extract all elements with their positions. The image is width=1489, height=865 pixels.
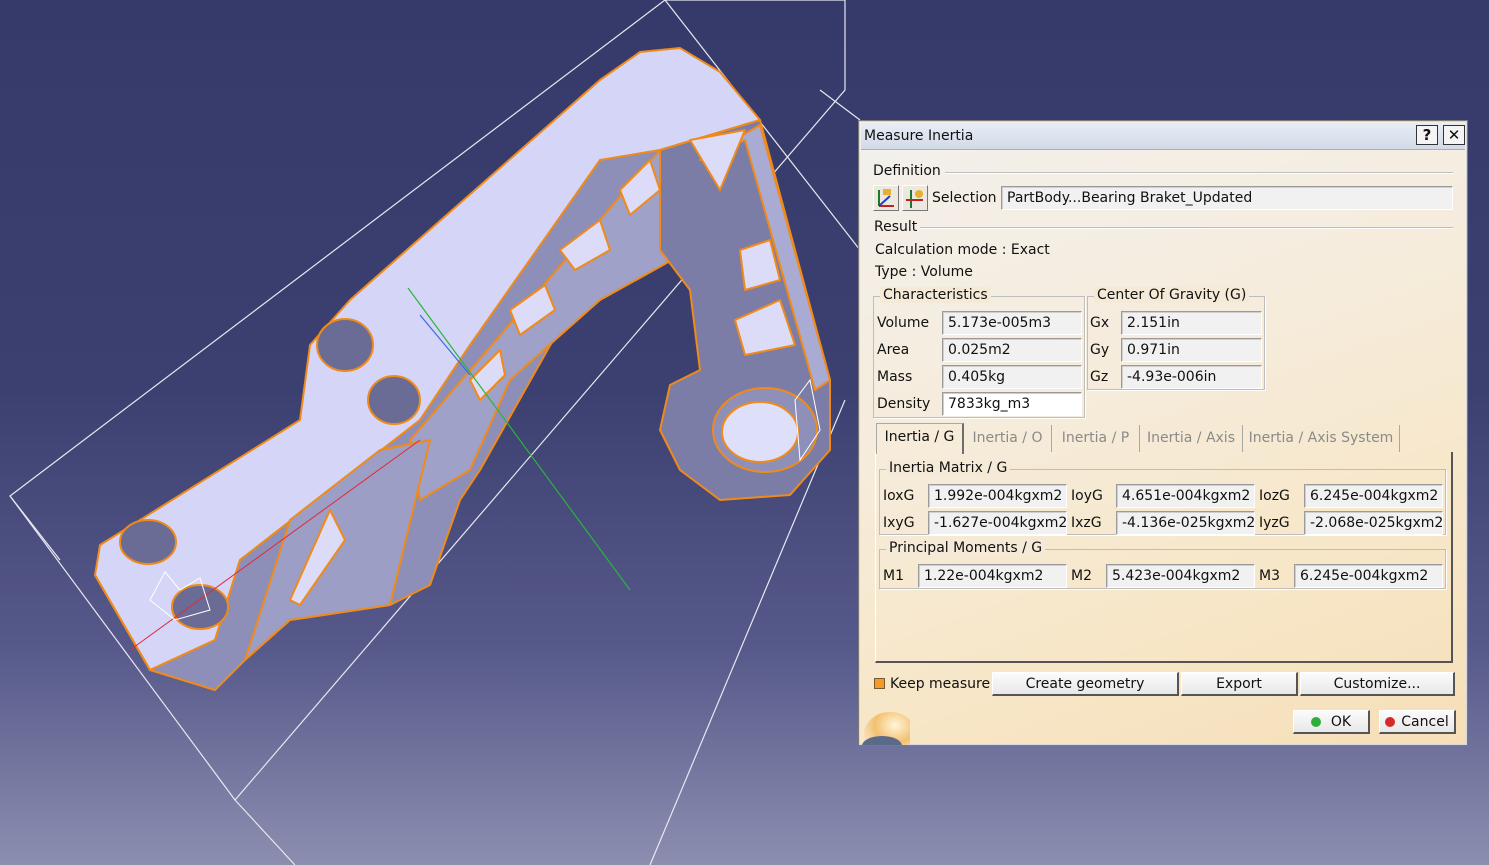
m3-field[interactable]: 6.245e-004kgxm2 [1294, 564, 1443, 588]
dialog-titlebar[interactable]: Measure Inertia ? ✕ [861, 123, 1465, 150]
ixzg-label: IxzG [1071, 515, 1102, 531]
m3-label: M3 [1259, 568, 1280, 584]
axis-measure-icon [878, 189, 894, 207]
result-divider [920, 227, 1453, 229]
tab-inertia-axis-system[interactable]: Inertia / Axis System [1243, 425, 1400, 452]
characteristics-label: Characteristics [880, 287, 991, 303]
type-text: Type : Volume [875, 264, 973, 280]
definition-label: Definition [873, 163, 941, 179]
area-label: Area [877, 342, 910, 358]
ioxg-field[interactable]: 1.992e-004kgxm2 [928, 484, 1067, 508]
tab-inertia-p[interactable]: Inertia / P [1052, 425, 1140, 452]
volume-label: Volume [877, 315, 930, 331]
m2-field[interactable]: 5.423e-004kgxm2 [1106, 564, 1255, 588]
gy-label: Gy [1090, 342, 1110, 358]
mass-label: Mass [877, 369, 913, 385]
result-label: Result [874, 219, 918, 235]
selection-label: Selection : [932, 190, 1006, 206]
ioxg-label: IoxG [883, 488, 915, 504]
ioyg-field[interactable]: 4.651e-004kgxm2 [1116, 484, 1255, 508]
ok-label: OK [1330, 714, 1352, 730]
help-button[interactable]: ? [1416, 125, 1438, 145]
ixyg-label: IxyG [883, 515, 915, 531]
cancel-label: Cancel [1401, 714, 1449, 730]
close-button[interactable]: ✕ [1443, 125, 1465, 145]
dialog-title: Measure Inertia [864, 128, 974, 144]
ioyg-label: IoyG [1071, 488, 1103, 504]
selection-mode-button[interactable] [873, 185, 899, 211]
iozg-field[interactable]: 6.245e-004kgxm2 [1304, 484, 1443, 508]
keep-measure-checkbox[interactable] [874, 678, 885, 689]
gz-label: Gz [1090, 369, 1109, 385]
iozg-label: IozG [1259, 488, 1290, 504]
definition-divider [945, 172, 1453, 174]
iyzg-label: IyzG [1259, 515, 1290, 531]
tab-inertia-axis[interactable]: Inertia / Axis [1140, 425, 1243, 452]
mass-field[interactable]: 0.405kg [942, 365, 1082, 389]
gx-field[interactable]: 2.151in [1121, 311, 1262, 335]
gy-field[interactable]: 0.971in [1121, 338, 1262, 362]
m1-field[interactable]: 1.22e-004kgxm2 [918, 564, 1067, 588]
selection-field[interactable]: PartBody...Bearing Braket_Updated [1001, 186, 1453, 210]
area-field[interactable]: 0.025m2 [942, 338, 1082, 362]
catia-logo-icon [862, 712, 910, 745]
tab-inertia-o[interactable]: Inertia / O [964, 425, 1052, 452]
customize-button[interactable]: Customize... [1300, 672, 1455, 696]
m1-label: M1 [883, 568, 904, 584]
selection-options-button[interactable] [902, 185, 928, 211]
principal-moments-label: Principal Moments / G [886, 540, 1046, 556]
inertia-axis-icon [906, 190, 923, 208]
gz-field[interactable]: -4.93e-006in [1121, 365, 1262, 389]
m2-label: M2 [1071, 568, 1092, 584]
create-geometry-button[interactable]: Create geometry [992, 672, 1179, 696]
cancel-status-icon [1385, 717, 1396, 727]
cog-label: Center Of Gravity (G) [1094, 287, 1250, 303]
volume-field[interactable]: 5.173e-005m3 [942, 311, 1082, 335]
tab-inertia-g[interactable]: Inertia / G [876, 423, 964, 454]
cancel-button[interactable]: Cancel [1379, 710, 1456, 734]
density-field[interactable]: 7833kg_m3 [942, 392, 1082, 416]
density-label: Density [877, 396, 931, 412]
export-button[interactable]: Export [1181, 672, 1298, 696]
ixyg-field[interactable]: -1.627e-004kgxm2 [928, 511, 1067, 535]
inertia-matrix-label: Inertia Matrix / G [886, 460, 1011, 476]
iyzg-field[interactable]: -2.068e-025kgxm2 [1304, 511, 1443, 535]
ok-button[interactable]: OK [1293, 710, 1370, 734]
ok-status-icon [1310, 717, 1321, 727]
ixzg-field[interactable]: -4.136e-025kgxm2 [1116, 511, 1255, 535]
keep-measure-label: Keep measure [890, 676, 991, 692]
calc-mode-text: Calculation mode : Exact [875, 242, 1050, 258]
gx-label: Gx [1090, 315, 1110, 331]
